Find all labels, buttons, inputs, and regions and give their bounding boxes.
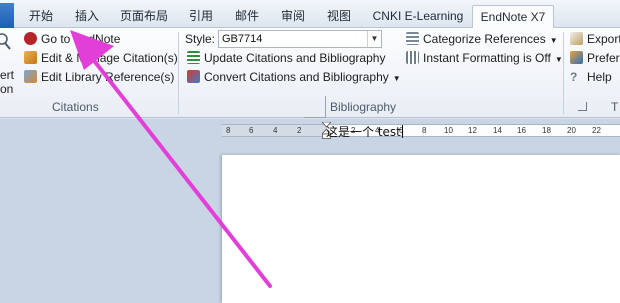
categorize-icon bbox=[406, 32, 419, 45]
tab-references[interactable]: 引用 bbox=[186, 5, 216, 28]
help-label: Help bbox=[587, 70, 612, 84]
edit-citation-icon bbox=[24, 51, 37, 64]
categorize-references-button[interactable]: Categorize References ▼ bbox=[406, 30, 558, 48]
convert-icon bbox=[187, 70, 200, 83]
categorize-label: Categorize References bbox=[423, 32, 546, 46]
text-cursor bbox=[401, 125, 403, 138]
document-body-text[interactable]: 这是一个 test bbox=[326, 123, 403, 140]
ruler-tick: 2 bbox=[297, 126, 302, 135]
edit-manage-citations-button[interactable]: Edit & Manage Citation(s) bbox=[24, 49, 178, 67]
preferences-label: Prefere bbox=[587, 51, 620, 65]
horizontal-ruler[interactable]: 8 6 4 2 2 4 6 8 10 12 14 16 18 20 22 bbox=[222, 124, 620, 137]
help-icon: ? bbox=[570, 70, 578, 84]
instant-formatting-label: Instant Formatting is Off bbox=[423, 51, 551, 65]
document-workspace: 8 6 4 2 2 4 6 8 10 12 14 16 18 20 22 bbox=[0, 119, 620, 303]
instant-formatting-icon bbox=[406, 51, 419, 64]
tab-mailings[interactable]: 邮件 bbox=[232, 5, 262, 28]
ruler-tick: 18 bbox=[542, 126, 551, 135]
chevron-down-icon[interactable]: ▼ bbox=[367, 31, 381, 47]
instant-formatting-button[interactable]: Instant Formatting is Off ▼ bbox=[406, 49, 563, 67]
tab-cnki-elearning[interactable]: CNKI E-Learning bbox=[368, 5, 468, 28]
document-text: 这是一个 test bbox=[326, 125, 401, 139]
ruler-tick: 4 bbox=[273, 126, 278, 135]
group-divider bbox=[178, 32, 179, 114]
ruler-tick: 10 bbox=[444, 126, 453, 135]
style-value: GB7714 bbox=[222, 33, 263, 45]
edit-library-reference-button[interactable]: Edit Library Reference(s) bbox=[24, 68, 174, 86]
export-button[interactable]: Export bbox=[570, 30, 620, 48]
ruler-tick: 8 bbox=[422, 126, 427, 135]
go-to-endnote-button[interactable]: Go to EndNote bbox=[24, 30, 120, 48]
edit-library-icon bbox=[24, 70, 37, 83]
ruler-tick: 12 bbox=[468, 126, 477, 135]
insert-citation-icon[interactable] bbox=[0, 32, 12, 60]
tab-page-layout[interactable]: 页面布局 bbox=[118, 5, 170, 28]
edit-manage-label: Edit & Manage Citation(s) bbox=[41, 51, 178, 65]
tab-review[interactable]: 审阅 bbox=[278, 5, 308, 28]
chevron-down-icon: ▼ bbox=[392, 74, 401, 83]
tools-group-label: T bbox=[611, 100, 619, 114]
preferences-button[interactable]: Prefere bbox=[570, 49, 620, 67]
help-button[interactable]: ? Help bbox=[570, 68, 612, 86]
tab-view[interactable]: 视图 bbox=[324, 5, 354, 28]
citations-group-label: Citations bbox=[52, 100, 99, 114]
ruler-tick: 6 bbox=[249, 126, 254, 135]
ruler-tick: 16 bbox=[517, 126, 526, 135]
bibliography-group-label: Bibliography bbox=[330, 100, 397, 114]
document-page[interactable] bbox=[222, 155, 620, 303]
convert-label: Convert Citations and Bibliography bbox=[204, 70, 389, 84]
style-select[interactable]: GB7714 ▼ bbox=[218, 30, 382, 48]
update-icon bbox=[187, 51, 200, 64]
update-citations-button[interactable]: Update Citations and Bibliography bbox=[187, 49, 385, 67]
chevron-down-icon: ▼ bbox=[549, 36, 558, 45]
tab-home[interactable]: 开始 bbox=[26, 5, 56, 28]
tab-endnote-x7[interactable]: EndNote X7 bbox=[472, 5, 554, 29]
insert-citation-label-2[interactable]: on bbox=[0, 80, 13, 98]
export-icon bbox=[570, 32, 583, 45]
endnote-icon bbox=[24, 32, 37, 45]
go-to-endnote-label: Go to EndNote bbox=[41, 32, 121, 46]
update-label: Update Citations and Bibliography bbox=[204, 51, 386, 65]
preferences-icon bbox=[570, 51, 583, 64]
ruler-tick: 8 bbox=[226, 126, 231, 135]
edit-library-label: Edit Library Reference(s) bbox=[41, 70, 175, 84]
group-divider bbox=[563, 32, 564, 114]
convert-citations-button[interactable]: Convert Citations and Bibliography ▼ bbox=[187, 68, 401, 86]
dialog-launcher-icon[interactable] bbox=[578, 102, 587, 111]
export-label: Export bbox=[587, 32, 620, 46]
tab-insert[interactable]: 插入 bbox=[72, 5, 102, 28]
chevron-down-icon: ▼ bbox=[554, 55, 563, 64]
ribbon-tab-bar: 开始 插入 页面布局 引用 邮件 审阅 视图 CNKI E-Learning E… bbox=[0, 0, 620, 29]
text-margin-marker bbox=[304, 96, 326, 118]
style-label: Style: bbox=[185, 32, 216, 46]
ruler-tick: 20 bbox=[567, 126, 576, 135]
ruler-tick: 22 bbox=[592, 126, 601, 135]
file-tab[interactable] bbox=[0, 3, 14, 28]
ruler-tick: 14 bbox=[493, 126, 502, 135]
